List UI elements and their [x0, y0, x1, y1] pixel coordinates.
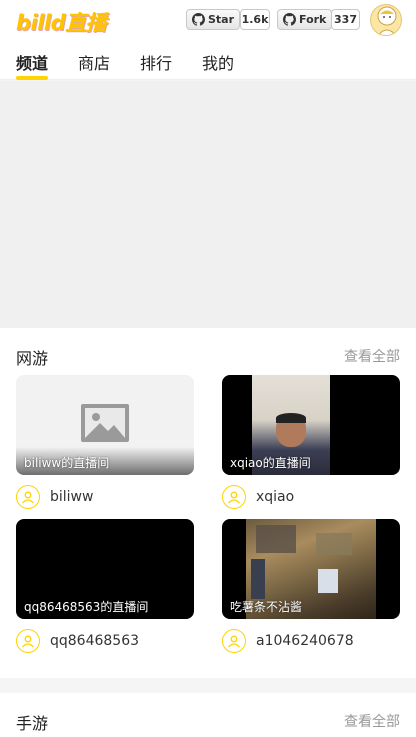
live-room-card[interactable]: qq86468563的直播间: [16, 519, 194, 619]
tab-shop[interactable]: 商店: [78, 50, 110, 74]
section-title: 手游: [16, 714, 49, 733]
github-icon: [283, 13, 296, 26]
avatar-illustration-icon: [377, 6, 397, 35]
user-icon: [16, 629, 40, 653]
banner-placeholder[interactable]: [0, 81, 416, 328]
room-user[interactable]: biliww: [16, 485, 93, 509]
star-label: Star: [208, 13, 235, 26]
section-mobile-games: 手游 查看全部: [0, 693, 416, 737]
github-icon: [192, 13, 205, 26]
user-name: biliww: [50, 489, 94, 505]
user-icon: [16, 485, 40, 509]
user-name: xqiao: [256, 489, 295, 505]
view-all-link[interactable]: 查看全部: [344, 346, 400, 366]
hair-shape: [276, 413, 306, 423]
github-star-button[interactable]: Star: [186, 9, 241, 30]
tab-channel[interactable]: 频道: [16, 50, 48, 74]
user-avatar[interactable]: [370, 4, 402, 36]
game-unit: [318, 569, 338, 593]
tab-mine[interactable]: 我的: [202, 50, 234, 74]
live-room-card[interactable]: 吃薯条不沾酱: [222, 519, 400, 619]
active-tab-indicator: [16, 76, 48, 80]
user-icon: [222, 629, 246, 653]
room-user[interactable]: qq86468563: [16, 629, 139, 653]
game-structure: [316, 533, 352, 555]
room-title: qq86468563的直播间: [24, 600, 149, 614]
fork-label: Fork: [299, 13, 327, 26]
room-user[interactable]: a1046240678: [222, 629, 354, 653]
room-title: 吃薯条不沾酱: [230, 600, 303, 614]
live-room-card[interactable]: xqiao的直播间: [222, 375, 400, 475]
fork-count[interactable]: 337: [331, 9, 360, 30]
tab-rank[interactable]: 排行: [140, 50, 172, 74]
user-name: qq86468563: [50, 633, 140, 649]
logo[interactable]: billd直播: [16, 7, 107, 37]
user-name: a1046240678: [256, 633, 354, 649]
image-placeholder-icon: [81, 404, 129, 442]
section-online-games: 网游 查看全部 biliww的直播间 biliww xqiao的直播间 xqia…: [0, 328, 416, 678]
game-structure: [256, 525, 296, 553]
game-hud: [251, 559, 265, 599]
view-all-link[interactable]: 查看全部: [344, 711, 400, 731]
github-fork-button[interactable]: Fork: [277, 9, 333, 30]
room-title: xqiao的直播间: [230, 456, 311, 470]
section-title: 网游: [16, 349, 49, 368]
star-count[interactable]: 1.6k: [240, 9, 270, 30]
room-title: biliww的直播间: [24, 456, 110, 470]
app-header: billd直播 Star 1.6k Fork 337: [0, 0, 416, 40]
live-room-card[interactable]: biliww的直播间: [16, 375, 194, 475]
room-user[interactable]: xqiao: [222, 485, 294, 509]
tab-bar: 频道 商店 排行 我的: [0, 40, 416, 80]
user-icon: [222, 485, 246, 509]
